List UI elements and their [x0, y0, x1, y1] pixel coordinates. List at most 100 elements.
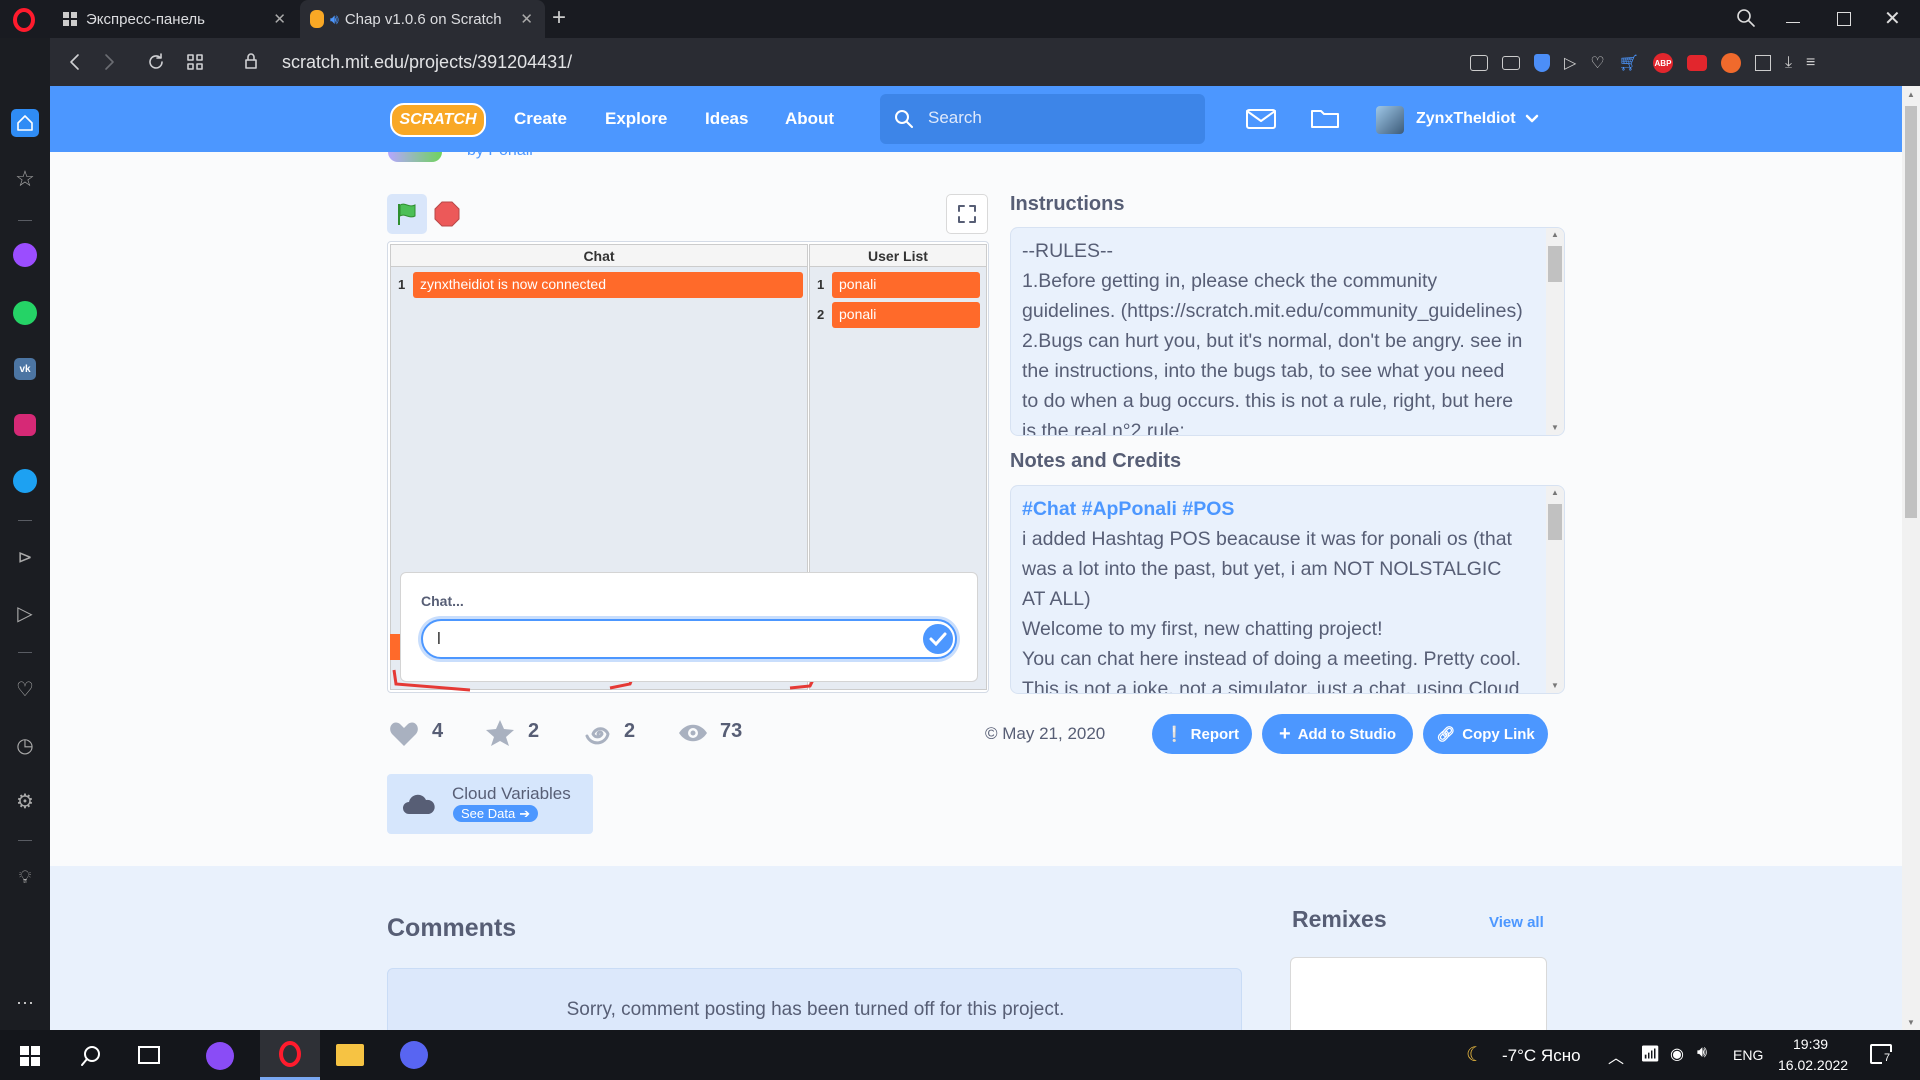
whatsapp-icon[interactable] — [0, 296, 50, 330]
nav-ideas[interactable]: Ideas — [705, 109, 748, 129]
close-tab-icon[interactable]: ✕ — [520, 10, 533, 28]
notes-box[interactable]: #Chat #ApPonali #POS i added Hashtag POS… — [1010, 485, 1565, 694]
scrollbar-thumb[interactable] — [1905, 106, 1917, 518]
notification-center-icon[interactable]: 7 — [1870, 1044, 1893, 1064]
scroll-up-arrow-icon[interactable]: ▲ — [1907, 90, 1915, 99]
notes-scrollbar[interactable]: ▲ ▼ — [1546, 486, 1564, 693]
history-clock-icon[interactable]: ◷ — [0, 728, 50, 762]
nav-create[interactable]: Create — [514, 109, 567, 129]
flow-send-icon[interactable]: ▷ — [0, 596, 50, 630]
youtube-icon[interactable] — [1686, 55, 1707, 71]
ask-input[interactable]: l — [421, 619, 957, 659]
copy-link-button[interactable]: 🔗︎ Copy Link — [1423, 714, 1548, 754]
tray-chevron-up-icon[interactable]: ︿ — [1608, 1044, 1624, 1068]
messages-envelope-icon[interactable] — [1245, 108, 1277, 130]
scroll-up-arrow-icon[interactable]: ▲ — [1551, 488, 1559, 497]
minimize-icon[interactable] — [1786, 22, 1800, 23]
search-box[interactable]: Search — [880, 94, 1205, 144]
tab-search-icon[interactable] — [1736, 8, 1756, 28]
chevron-down-icon[interactable] — [1525, 114, 1539, 124]
close-window-icon[interactable]: ✕ — [1884, 6, 1901, 31]
forward-icon[interactable] — [100, 52, 118, 72]
menu-icon[interactable]: ≡ — [1806, 54, 1815, 72]
taskbar-search-icon[interactable] — [80, 1045, 102, 1067]
scrollbar-thumb[interactable] — [1548, 246, 1562, 282]
new-tab-plus-icon[interactable]: + — [552, 4, 566, 32]
green-flag-button[interactable] — [387, 194, 427, 234]
url-field[interactable]: scratch.mit.edu/projects/391204431/ — [282, 52, 572, 73]
download-icon[interactable]: ⤓ — [1785, 54, 1792, 72]
report-button[interactable]: ❕ Report — [1152, 714, 1252, 754]
favorite-star-icon[interactable] — [485, 719, 515, 747]
instructions-box[interactable]: --RULES-- 1.Before getting in, please ch… — [1010, 227, 1565, 436]
scrollbar-thumb[interactable] — [1548, 504, 1562, 540]
bookmarks-star-icon[interactable]: ☆ — [0, 162, 50, 196]
stop-button[interactable] — [433, 200, 461, 228]
tab-scratch-project[interactable]: 🔊︎ Chap v1.0.6 on Scratch ✕ — [300, 0, 545, 38]
project-stage[interactable]: Chat 1 zynxtheidiot is now connected Use… — [387, 241, 989, 693]
nav-about[interactable]: About — [785, 109, 834, 129]
opera-logo[interactable] — [12, 8, 36, 32]
language-indicator[interactable]: ENG — [1733, 1047, 1763, 1063]
fullscreen-button[interactable] — [946, 194, 988, 234]
username[interactable]: ZynxTheIdiot — [1416, 110, 1516, 128]
cart-icon[interactable]: 🛒︎ — [1619, 53, 1639, 73]
alice-assistant-icon[interactable] — [206, 1042, 234, 1070]
user-item: ponali — [832, 302, 980, 328]
task-view-icon[interactable] — [138, 1046, 160, 1064]
cube-icon[interactable] — [1754, 55, 1771, 71]
wifi-icon[interactable]: 📶︎ — [1640, 1044, 1660, 1064]
adblock-icon[interactable]: ABP — [1652, 53, 1673, 73]
vk-icon[interactable]: vk — [0, 352, 50, 386]
file-explorer-icon[interactable] — [336, 1044, 364, 1066]
remixes-view-all-link[interactable]: View all — [1489, 914, 1544, 931]
remix-thumbnail-card[interactable] — [1290, 957, 1547, 1037]
submit-check-button[interactable] — [923, 624, 953, 654]
instagram-icon[interactable] — [0, 408, 50, 442]
page-scrollbar[interactable]: ▲ ▼ — [1902, 86, 1920, 1030]
twitter-icon[interactable] — [0, 464, 50, 498]
restore-icon[interactable] — [1837, 12, 1851, 26]
send-icon[interactable]: ▷ — [1564, 53, 1576, 73]
orange-extension-icon[interactable] — [1720, 53, 1741, 73]
close-tab-icon[interactable]: ✕ — [273, 10, 286, 28]
home-icon[interactable] — [0, 106, 50, 140]
discord-tray-icon[interactable]: ◉ — [1670, 1044, 1684, 1064]
scroll-down-arrow-icon[interactable]: ▼ — [1551, 681, 1559, 690]
scroll-up-arrow-icon[interactable]: ▲ — [1551, 230, 1559, 239]
nav-explore[interactable]: Explore — [605, 109, 667, 129]
scroll-down-arrow-icon[interactable]: ▼ — [1907, 1018, 1915, 1027]
see-data-button[interactable]: See Data ➔ — [453, 805, 539, 822]
clock-date[interactable]: 16.02.2022 — [1778, 1057, 1848, 1073]
player-icon[interactable]: ⊳ — [0, 540, 50, 574]
scratch-logo[interactable]: SCRATCH — [390, 103, 486, 137]
back-icon[interactable] — [66, 52, 84, 72]
favorites-heart-icon[interactable]: ♡ — [0, 672, 50, 706]
snapshot-icon[interactable] — [1470, 55, 1488, 71]
tips-lightbulb-icon[interactable]: 💡︎ — [0, 860, 50, 894]
more-dots-icon[interactable]: ⋯ — [0, 986, 50, 1020]
weather-text[interactable]: -7°C Ясно — [1502, 1046, 1581, 1066]
vpn-shield-icon[interactable] — [1534, 54, 1550, 72]
discord-app-icon[interactable] — [400, 1041, 428, 1069]
reload-icon[interactable] — [146, 52, 166, 72]
love-heart-icon[interactable] — [389, 720, 419, 748]
notes-hashtags[interactable]: #Chat #ApPonali #POS — [1022, 494, 1542, 524]
audio-playing-icon[interactable]: 🔊︎ — [330, 11, 339, 28]
volume-icon[interactable]: 🔊︎ — [1697, 1044, 1707, 1062]
settings-gear-icon[interactable]: ⚙ — [0, 784, 50, 818]
messenger-icon[interactable] — [0, 238, 50, 272]
lock-icon[interactable] — [244, 52, 258, 70]
opera-taskbar-app[interactable] — [260, 1030, 320, 1080]
windows-start-icon[interactable] — [20, 1046, 40, 1066]
camera-icon[interactable] — [1502, 56, 1520, 70]
tabs-grid-icon[interactable] — [186, 53, 204, 71]
avatar[interactable] — [1376, 106, 1404, 134]
instructions-scrollbar[interactable]: ▲ ▼ — [1546, 228, 1564, 435]
scroll-down-arrow-icon[interactable]: ▼ — [1551, 423, 1559, 432]
add-to-studio-button[interactable]: + Add to Studio — [1262, 714, 1413, 754]
my-stuff-folder-icon[interactable] — [1310, 106, 1340, 130]
heart-icon[interactable]: ♡ — [1590, 53, 1604, 73]
clock-time[interactable]: 19:39 — [1793, 1036, 1828, 1052]
tab-express-panel[interactable]: Экспресс-панель ✕ — [50, 0, 298, 38]
